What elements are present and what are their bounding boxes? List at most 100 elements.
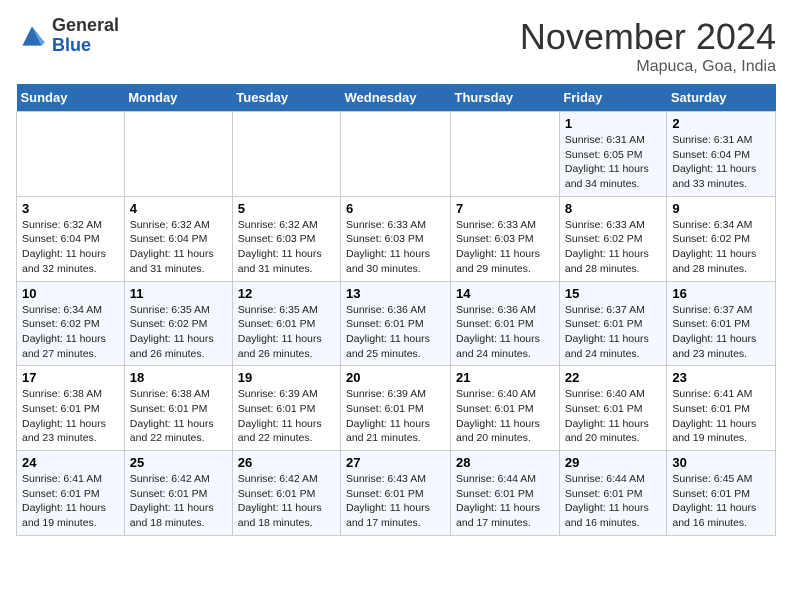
calendar-cell: 18 Sunrise: 6:38 AM Sunset: 6:01 PM Dayli… <box>124 366 232 451</box>
logo-text: General Blue <box>52 16 119 56</box>
calendar-cell: 27Sunrise: 6:43 AM Sunset: 6:01 PM Dayli… <box>341 451 451 536</box>
day-number: 20 <box>346 370 445 385</box>
cell-content: Sunrise: 6:36 AM Sunset: 6:01 PM Dayligh… <box>456 303 554 362</box>
calendar-cell: 22 Sunrise: 6:40 AM Sunset: 6:01 PM Dayli… <box>559 366 667 451</box>
day-number: 7 <box>456 201 554 216</box>
day-number: 17 <box>22 370 119 385</box>
day-number: 11 <box>130 286 227 301</box>
cell-content: Sunrise: 6:43 AM Sunset: 6:01 PM Dayligh… <box>346 472 445 531</box>
calendar-cell: 3 Sunrise: 6:32 AM Sunset: 6:04 PM Daylig… <box>17 196 125 281</box>
cell-content: Sunrise: 6:39 AM Sunset: 6:01 PM Dayligh… <box>238 387 335 446</box>
day-number: 10 <box>22 286 119 301</box>
calendar-cell: 17Sunrise: 6:38 AM Sunset: 6:01 PM Dayli… <box>17 366 125 451</box>
calendar-cell: 1 Sunrise: 6:31 AM Sunset: 6:05 PM Daylig… <box>559 112 667 197</box>
day-number: 23 <box>672 370 770 385</box>
logo-icon <box>16 20 48 52</box>
cell-content: Sunrise: 6:40 AM Sunset: 6:01 PM Dayligh… <box>565 387 662 446</box>
cell-content: Sunrise: 6:32 AM Sunset: 6:04 PM Dayligh… <box>22 218 119 277</box>
cell-content: Sunrise: 6:37 AM Sunset: 6:01 PM Dayligh… <box>565 303 662 362</box>
cell-content: Sunrise: 6:39 AM Sunset: 6:01 PM Dayligh… <box>346 387 445 446</box>
calendar-cell: 19 Sunrise: 6:39 AM Sunset: 6:01 PM Dayli… <box>232 366 340 451</box>
weekday-header-sunday: Sunday <box>17 84 125 112</box>
cell-content: Sunrise: 6:31 AM Sunset: 6:05 PM Dayligh… <box>565 133 662 192</box>
cell-content: Sunrise: 6:38 AM Sunset: 6:01 PM Dayligh… <box>130 387 227 446</box>
cell-content: Sunrise: 6:42 AM Sunset: 6:01 PM Dayligh… <box>130 472 227 531</box>
calendar-cell: 9 Sunrise: 6:34 AM Sunset: 6:02 PM Daylig… <box>667 196 776 281</box>
day-number: 9 <box>672 201 770 216</box>
cell-content: Sunrise: 6:41 AM Sunset: 6:01 PM Dayligh… <box>22 472 119 531</box>
day-number: 13 <box>346 286 445 301</box>
calendar-cell: 24 Sunrise: 6:41 AM Sunset: 6:01 PM Dayli… <box>17 451 125 536</box>
logo: General Blue <box>16 16 119 56</box>
cell-content: Sunrise: 6:33 AM Sunset: 6:03 PM Dayligh… <box>456 218 554 277</box>
cell-content: Sunrise: 6:33 AM Sunset: 6:03 PM Dayligh… <box>346 218 445 277</box>
weekday-header-tuesday: Tuesday <box>232 84 340 112</box>
day-number: 18 <box>130 370 227 385</box>
day-number: 3 <box>22 201 119 216</box>
calendar-cell: 5 Sunrise: 6:32 AM Sunset: 6:03 PM Daylig… <box>232 196 340 281</box>
day-number: 2 <box>672 116 770 131</box>
day-number: 15 <box>565 286 662 301</box>
calendar-cell: 28 Sunrise: 6:44 AM Sunset: 6:01 PM Dayli… <box>451 451 560 536</box>
day-number: 16 <box>672 286 770 301</box>
cell-content: Sunrise: 6:32 AM Sunset: 6:04 PM Dayligh… <box>130 218 227 277</box>
day-number: 21 <box>456 370 554 385</box>
calendar-week-5: 24 Sunrise: 6:41 AM Sunset: 6:01 PM Dayli… <box>17 451 776 536</box>
day-number: 19 <box>238 370 335 385</box>
logo-general: General <box>52 15 119 35</box>
day-number: 5 <box>238 201 335 216</box>
logo-blue: Blue <box>52 35 91 55</box>
calendar-cell <box>124 112 232 197</box>
cell-content: Sunrise: 6:35 AM Sunset: 6:01 PM Dayligh… <box>238 303 335 362</box>
calendar-cell: 25 Sunrise: 6:42 AM Sunset: 6:01 PM Dayli… <box>124 451 232 536</box>
calendar-cell: 26Sunrise: 6:42 AM Sunset: 6:01 PM Dayli… <box>232 451 340 536</box>
weekday-header-friday: Friday <box>559 84 667 112</box>
calendar-cell: 14Sunrise: 6:36 AM Sunset: 6:01 PM Dayli… <box>451 281 560 366</box>
calendar-cell: 2Sunrise: 6:31 AM Sunset: 6:04 PM Daylig… <box>667 112 776 197</box>
cell-content: Sunrise: 6:37 AM Sunset: 6:01 PM Dayligh… <box>672 303 770 362</box>
calendar-cell: 6 Sunrise: 6:33 AM Sunset: 6:03 PM Daylig… <box>341 196 451 281</box>
calendar-cell: 16 Sunrise: 6:37 AM Sunset: 6:01 PM Dayli… <box>667 281 776 366</box>
cell-content: Sunrise: 6:42 AM Sunset: 6:01 PM Dayligh… <box>238 472 335 531</box>
cell-content: Sunrise: 6:40 AM Sunset: 6:01 PM Dayligh… <box>456 387 554 446</box>
calendar-week-1: 1 Sunrise: 6:31 AM Sunset: 6:05 PM Daylig… <box>17 112 776 197</box>
calendar-cell: 11Sunrise: 6:35 AM Sunset: 6:02 PM Dayli… <box>124 281 232 366</box>
cell-content: Sunrise: 6:33 AM Sunset: 6:02 PM Dayligh… <box>565 218 662 277</box>
cell-content: Sunrise: 6:34 AM Sunset: 6:02 PM Dayligh… <box>22 303 119 362</box>
cell-content: Sunrise: 6:36 AM Sunset: 6:01 PM Dayligh… <box>346 303 445 362</box>
day-number: 30 <box>672 455 770 470</box>
day-number: 29 <box>565 455 662 470</box>
cell-content: Sunrise: 6:32 AM Sunset: 6:03 PM Dayligh… <box>238 218 335 277</box>
calendar-cell <box>232 112 340 197</box>
day-number: 4 <box>130 201 227 216</box>
day-number: 24 <box>22 455 119 470</box>
day-number: 22 <box>565 370 662 385</box>
calendar-cell: 21 Sunrise: 6:40 AM Sunset: 6:01 PM Dayli… <box>451 366 560 451</box>
day-number: 1 <box>565 116 662 131</box>
weekday-header-thursday: Thursday <box>451 84 560 112</box>
calendar-cell: 23 Sunrise: 6:41 AM Sunset: 6:01 PM Dayli… <box>667 366 776 451</box>
calendar-cell <box>451 112 560 197</box>
calendar-cell: 29 Sunrise: 6:44 AM Sunset: 6:01 PM Dayli… <box>559 451 667 536</box>
weekday-header-monday: Monday <box>124 84 232 112</box>
page-header: General Blue November 2024 Mapuca, Goa, … <box>16 16 776 76</box>
cell-content: Sunrise: 6:41 AM Sunset: 6:01 PM Dayligh… <box>672 387 770 446</box>
cell-content: Sunrise: 6:34 AM Sunset: 6:02 PM Dayligh… <box>672 218 770 277</box>
day-number: 12 <box>238 286 335 301</box>
calendar-cell: 4 Sunrise: 6:32 AM Sunset: 6:04 PM Daylig… <box>124 196 232 281</box>
calendar-cell: 13 Sunrise: 6:36 AM Sunset: 6:01 PM Dayli… <box>341 281 451 366</box>
title-block: November 2024 Mapuca, Goa, India <box>520 16 776 76</box>
month-title: November 2024 <box>520 16 776 58</box>
calendar-cell: 15 Sunrise: 6:37 AM Sunset: 6:01 PM Dayli… <box>559 281 667 366</box>
weekday-header-row: SundayMondayTuesdayWednesdayThursdayFrid… <box>17 84 776 112</box>
calendar-cell: 20 Sunrise: 6:39 AM Sunset: 6:01 PM Dayli… <box>341 366 451 451</box>
day-number: 28 <box>456 455 554 470</box>
calendar-week-4: 17 Sunrise: 6:38 AM Sunset: 6:01 PM Dayli… <box>17 366 776 451</box>
cell-content: Sunrise: 6:44 AM Sunset: 6:01 PM Dayligh… <box>565 472 662 531</box>
calendar-header: SundayMondayTuesdayWednesdayThursdayFrid… <box>17 84 776 112</box>
cell-content: Sunrise: 6:44 AM Sunset: 6:01 PM Dayligh… <box>456 472 554 531</box>
day-number: 6 <box>346 201 445 216</box>
weekday-header-saturday: Saturday <box>667 84 776 112</box>
calendar-week-2: 3 Sunrise: 6:32 AM Sunset: 6:04 PM Daylig… <box>17 196 776 281</box>
day-number: 25 <box>130 455 227 470</box>
